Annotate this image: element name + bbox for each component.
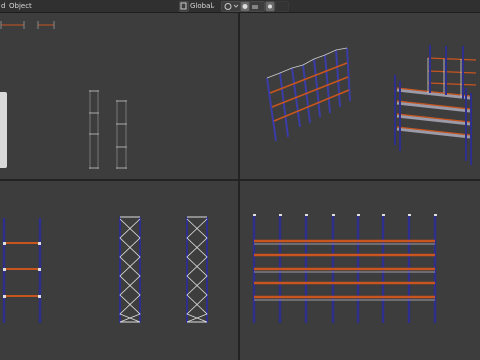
editor-type-glyph[interactable]: d	[1, 1, 5, 11]
toolbar-region-handle[interactable]	[0, 92, 7, 168]
rack-perspective-right	[394, 45, 477, 165]
rack-side-profile	[116, 100, 127, 169]
rack-side-profile	[89, 90, 99, 169]
falloff-icon[interactable]	[249, 1, 265, 12]
side-view-canvas	[252, 214, 437, 323]
perspective-view[interactable]	[240, 13, 480, 179]
orientation-label[interactable]: Global	[190, 1, 212, 11]
chevron-down-icon[interactable]: ⌄	[210, 1, 216, 11]
rack-perspective-left	[266, 47, 351, 142]
perspective-canvas	[266, 45, 477, 165]
viewport-header: d Object Global ⌄	[0, 0, 480, 13]
snap-icon[interactable]	[221, 1, 241, 12]
transform-pivot-icon[interactable]	[179, 1, 189, 12]
rack-front-view	[2, 218, 42, 323]
viewport-split-vertical[interactable]	[238, 13, 240, 360]
overlay-icon[interactable]	[265, 1, 275, 12]
front-orthographic-view[interactable]	[0, 181, 238, 360]
object-mode-label[interactable]: Object	[9, 1, 32, 11]
front-view-canvas	[2, 216, 208, 323]
viewport-split-horizontal[interactable]	[0, 179, 480, 181]
left-view-canvas	[0, 21, 127, 169]
long-rack-view	[252, 214, 437, 323]
disabled-gizmo-icon	[275, 1, 289, 12]
left-orthographic-view[interactable]	[0, 13, 238, 179]
side-orthographic-view[interactable]	[240, 181, 480, 360]
rack-side-frame	[186, 216, 208, 323]
rack-side-frame	[119, 216, 141, 323]
